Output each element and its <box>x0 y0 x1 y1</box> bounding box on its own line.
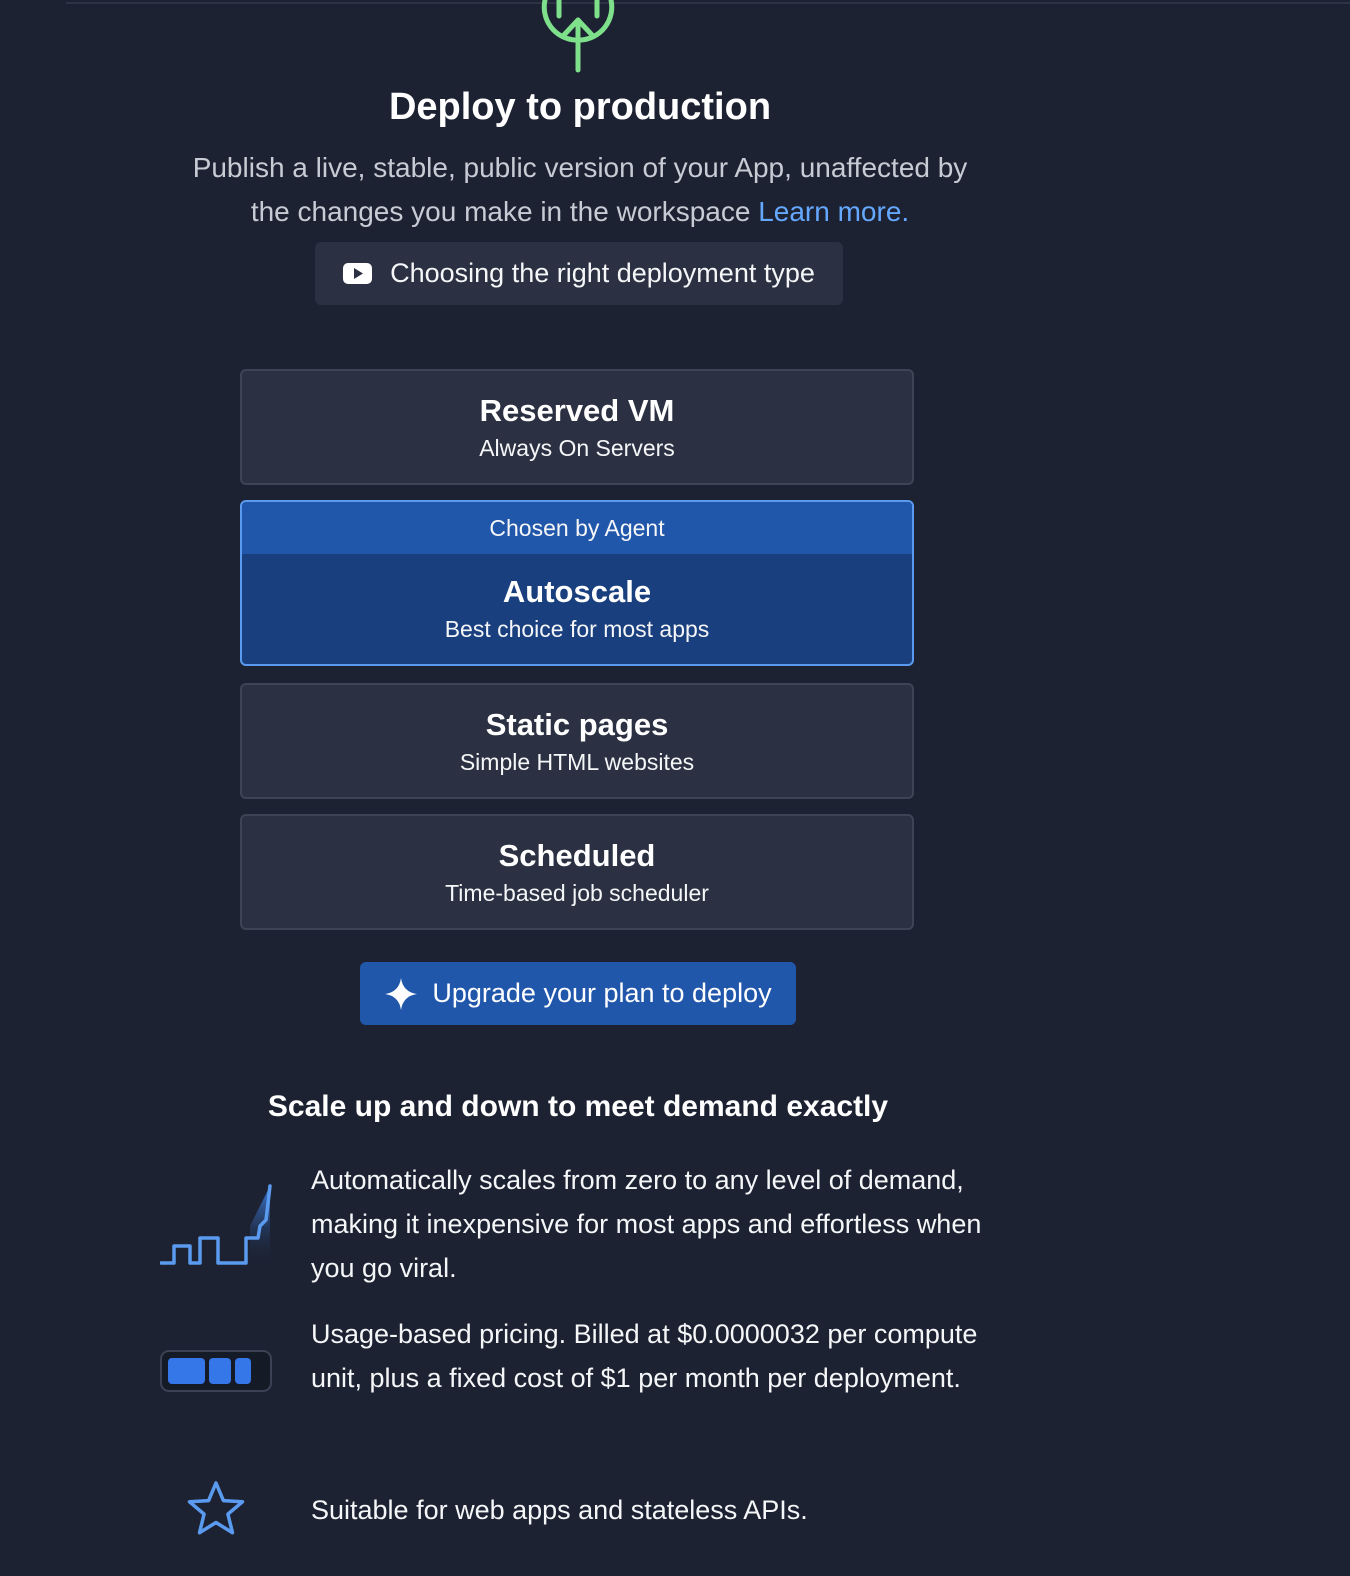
learn-more-link[interactable]: Learn more. <box>758 196 909 227</box>
feature-suitability: Suitable for web apps and stateless APIs… <box>160 1478 1020 1542</box>
deployment-type-video-button[interactable]: Choosing the right deployment type <box>315 242 843 305</box>
feature-text: Suitable for web apps and stateless APIs… <box>311 1495 808 1525</box>
sparkle-icon <box>385 977 418 1010</box>
option-title: Reserved VM <box>479 393 675 428</box>
option-subtitle: Best choice for most apps <box>444 616 710 642</box>
section-heading: Scale up and down to meet demand exactly <box>267 1090 889 1123</box>
option-reserved-vm[interactable]: Reserved VM Always On Servers <box>240 369 914 485</box>
star-icon <box>187 1481 245 1535</box>
option-static-pages[interactable]: Static pages Simple HTML websites <box>240 683 914 799</box>
battery-icon <box>160 1350 272 1392</box>
feature-pricing: Usage-based pricing. Billed at $0.000003… <box>160 1312 1020 1444</box>
option-subtitle: Always On Servers <box>479 435 675 461</box>
option-title: Autoscale <box>502 574 652 609</box>
option-autoscale[interactable]: Chosen by Agent Autoscale Best choice fo… <box>240 500 914 666</box>
feature-autoscaling: Automatically scales from zero to any le… <box>160 1158 1020 1290</box>
feature-text: Automatically scales from zero to any le… <box>311 1165 982 1283</box>
scaling-graph-icon <box>160 1184 272 1266</box>
chosen-by-agent-badge: Chosen by Agent <box>242 502 912 554</box>
deploy-panel: Deploy to production Publish a live, sta… <box>0 0 1350 1576</box>
upgrade-plan-button[interactable]: Upgrade your plan to deploy <box>360 962 796 1025</box>
option-title: Scheduled <box>498 838 656 873</box>
option-subtitle: Time-based job scheduler <box>445 880 709 906</box>
page-description: Publish a live, stable, public version o… <box>180 146 980 234</box>
deploy-upload-icon <box>541 0 615 73</box>
video-play-icon <box>343 263 373 284</box>
option-subtitle: Simple HTML websites <box>459 749 695 775</box>
option-scheduled[interactable]: Scheduled Time-based job scheduler <box>240 814 914 930</box>
feature-text: Usage-based pricing. Billed at $0.000003… <box>311 1319 978 1393</box>
page-title: Deploy to production <box>388 86 772 128</box>
option-title: Static pages <box>485 707 669 742</box>
upgrade-button-label: Upgrade your plan to deploy <box>432 978 772 1008</box>
top-divider <box>66 2 1350 4</box>
video-button-label: Choosing the right deployment type <box>390 258 815 288</box>
